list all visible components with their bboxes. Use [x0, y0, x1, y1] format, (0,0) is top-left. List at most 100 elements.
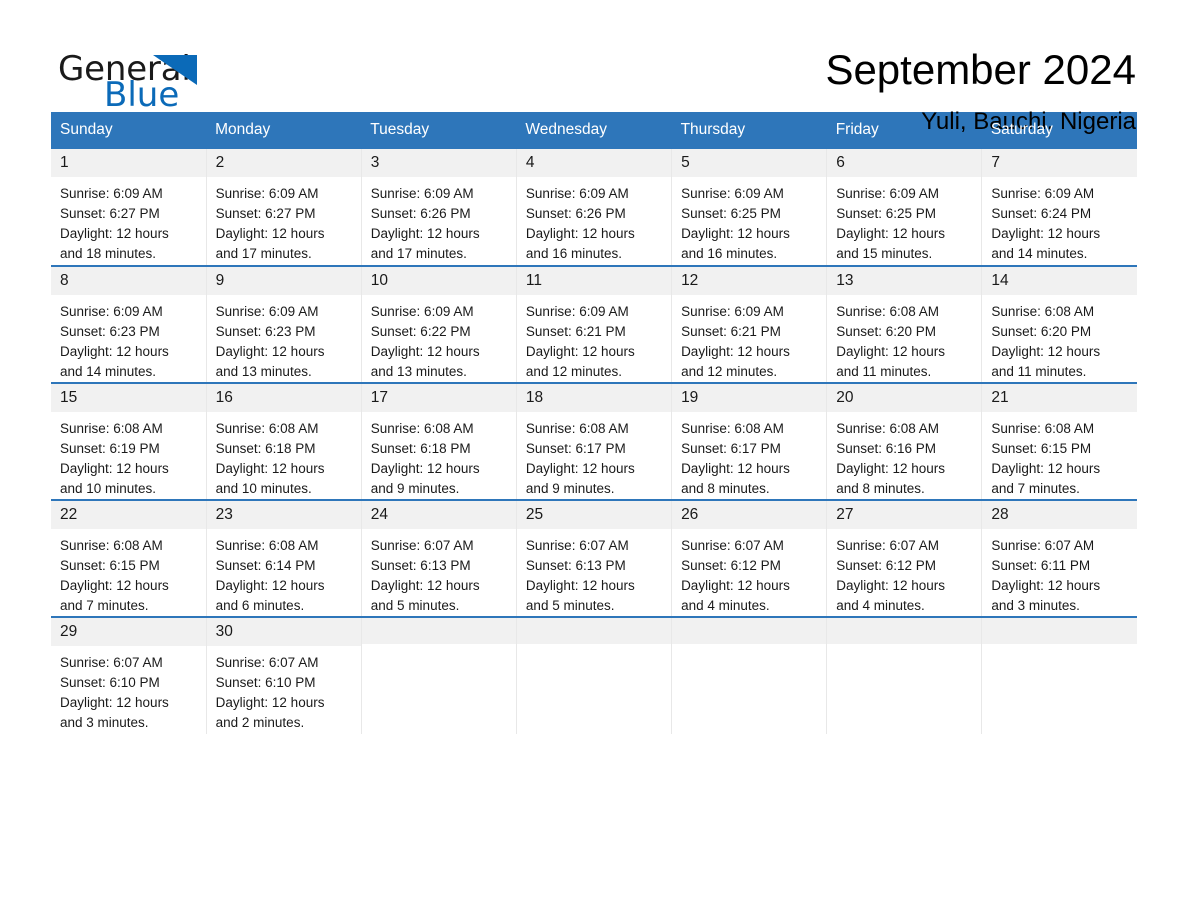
day-details: Sunrise: 6:07 AM Sunset: 6:13 PM Daylight:… — [362, 529, 516, 616]
day-details — [672, 644, 826, 651]
calendar-day-cell[interactable]: 22 Sunrise: 6:08 AM Sunset: 6:15 PM Dayligh… — [51, 499, 207, 618]
calendar-day-cell[interactable]: 11 Sunrise: 6:09 AM Sunset: 6:21 PM Dayligh… — [515, 264, 672, 384]
calendar-week-row: 15 Sunrise: 6:08 AM Sunset: 6:19 PM Dayligh… — [51, 382, 1137, 501]
sunrise-text: Sunrise: 6:08 AM — [836, 421, 940, 437]
day-number: 27 — [827, 501, 982, 530]
day-number: 8 — [51, 267, 206, 296]
sunset-text: Sunset: 6:27 PM — [60, 206, 160, 222]
day-details: Sunrise: 6:09 AM Sunset: 6:23 PM Daylight:… — [207, 295, 361, 382]
logo-text-blue: Blue — [104, 75, 180, 115]
calendar-day-cell[interactable]: 29 Sunrise: 6:07 AM Sunset: 6:10 PM Dayligh… — [51, 616, 207, 735]
calendar-day-cell[interactable]: 5 Sunrise: 6:09 AM Sunset: 6:25 PM Daylight… — [671, 149, 827, 266]
calendar-day-cell-empty — [981, 616, 1137, 735]
day-number: 1 — [51, 149, 206, 178]
day-number — [982, 618, 1137, 645]
daylight-line2-text: and 3 minutes. — [60, 715, 149, 731]
calendar-day-cell[interactable]: 4 Sunrise: 6:09 AM Sunset: 6:26 PM Daylight… — [515, 149, 672, 266]
day-details: Sunrise: 6:09 AM Sunset: 6:27 PM Daylight:… — [51, 177, 206, 264]
day-number: 21 — [982, 384, 1137, 413]
day-details: Sunrise: 6:08 AM Sunset: 6:17 PM Daylight:… — [672, 412, 826, 499]
daylight-line2-text: and 5 minutes. — [370, 598, 460, 614]
daylight-line2-text: and 13 minutes. — [370, 364, 467, 380]
daylight-line2-text: and 10 minutes. — [215, 481, 312, 497]
calendar-body: 1 Sunrise: 6:09 AM Sunset: 6:27 PM Daylight… — [51, 149, 1137, 735]
daylight-line2-text: and 7 minutes. — [991, 481, 1080, 497]
day-number: 10 — [361, 267, 516, 296]
calendar-day-cell[interactable]: 3 Sunrise: 6:09 AM Sunset: 6:26 PM Daylight… — [360, 149, 517, 266]
calendar-table: Sunday Monday Tuesday Wednesday Thursday Frid… — [51, 112, 1137, 735]
day-number: 23 — [206, 501, 361, 530]
calendar-day-cell[interactable]: 15 Sunrise: 6:08 AM Sunset: 6:19 PM Dayligh… — [51, 382, 207, 501]
daylight-line1-text: Daylight: 12 hours — [991, 344, 1101, 360]
day-number: 20 — [827, 384, 982, 413]
daylight-line1-text: Daylight: 12 hours — [681, 226, 790, 242]
day-details: Sunrise: 6:09 AM Sunset: 6:26 PM Daylight:… — [362, 177, 516, 264]
sunrise-text: Sunrise: 6:09 AM — [525, 186, 629, 202]
calendar-day-cell[interactable]: 17 Sunrise: 6:08 AM Sunset: 6:18 PM Dayligh… — [360, 382, 517, 501]
day-details: Sunrise: 6:08 AM Sunset: 6:19 PM Daylight:… — [51, 412, 206, 499]
day-details: Sunrise: 6:07 AM Sunset: 6:11 PM Daylight:… — [982, 529, 1137, 616]
daylight-line2-text: and 9 minutes. — [370, 481, 460, 497]
calendar-day-cell[interactable]: 7 Sunrise: 6:09 AM Sunset: 6:24 PM Daylight… — [981, 149, 1137, 266]
calendar-day-cell[interactable]: 27 Sunrise: 6:07 AM Sunset: 6:12 PM Dayligh… — [826, 499, 982, 618]
daylight-line2-text: and 2 minutes. — [215, 715, 305, 731]
calendar-day-cell[interactable]: 26 Sunrise: 6:07 AM Sunset: 6:12 PM Dayligh… — [671, 499, 827, 618]
generalblue-logo[interactable]: General Blue — [58, 48, 238, 112]
day-details: Sunrise: 6:08 AM Sunset: 6:20 PM Daylight:… — [827, 295, 981, 382]
day-details — [517, 644, 671, 651]
calendar-day-cell[interactable]: 23 Sunrise: 6:08 AM Sunset: 6:14 PM Dayligh… — [205, 499, 362, 618]
day-details: Sunrise: 6:08 AM Sunset: 6:15 PM Daylight:… — [51, 529, 206, 616]
day-details: Sunrise: 6:08 AM Sunset: 6:18 PM Daylight:… — [207, 412, 361, 499]
sunrise-text: Sunrise: 6:09 AM — [681, 186, 784, 202]
sunset-text: Sunset: 6:24 PM — [991, 206, 1092, 222]
day-details: Sunrise: 6:09 AM Sunset: 6:25 PM Daylight:… — [672, 177, 826, 264]
sunset-text: Sunset: 6:21 PM — [681, 324, 781, 340]
calendar-day-cell[interactable]: 28 Sunrise: 6:07 AM Sunset: 6:11 PM Dayligh… — [981, 499, 1137, 618]
calendar-day-cell[interactable]: 25 Sunrise: 6:07 AM Sunset: 6:13 PM Dayligh… — [515, 499, 672, 618]
calendar-day-cell[interactable]: 30 Sunrise: 6:07 AM Sunset: 6:10 PM Dayligh… — [205, 616, 362, 735]
sunrise-text: Sunrise: 6:08 AM — [60, 421, 163, 437]
calendar-day-cell[interactable]: 24 Sunrise: 6:07 AM Sunset: 6:13 PM Dayligh… — [360, 499, 517, 618]
day-details: Sunrise: 6:08 AM Sunset: 6:18 PM Daylight:… — [362, 412, 516, 499]
sunset-text: Sunset: 6:23 PM — [215, 324, 316, 340]
calendar-day-cell[interactable]: 13 Sunrise: 6:08 AM Sunset: 6:20 PM Dayligh… — [826, 264, 982, 384]
weekday-header-tuesday: Tuesday — [361, 112, 517, 149]
calendar-day-cell[interactable]: 12 Sunrise: 6:09 AM Sunset: 6:21 PM Dayligh… — [671, 264, 827, 384]
sunset-text: Sunset: 6:17 PM — [525, 441, 626, 457]
daylight-line1-text: Daylight: 12 hours — [215, 344, 325, 360]
calendar-day-cell[interactable]: 18 Sunrise: 6:08 AM Sunset: 6:17 PM Dayligh… — [515, 382, 672, 501]
sunrise-text: Sunrise: 6:09 AM — [215, 186, 319, 202]
calendar-day-cell[interactable]: 6 Sunrise: 6:09 AM Sunset: 6:25 PM Daylight… — [826, 149, 982, 266]
day-number: 7 — [982, 149, 1137, 178]
sunset-text: Sunset: 6:20 PM — [836, 324, 937, 340]
calendar-day-cell[interactable]: 14 Sunrise: 6:08 AM Sunset: 6:20 PM Dayligh… — [981, 264, 1137, 384]
day-details: Sunrise: 6:07 AM Sunset: 6:12 PM Daylight:… — [827, 529, 981, 616]
day-number: 4 — [516, 149, 672, 178]
daylight-line2-text: and 6 minutes. — [215, 598, 305, 614]
sunset-text: Sunset: 6:18 PM — [215, 441, 316, 457]
weekday-header-wednesday: Wednesday — [516, 112, 672, 149]
daylight-line2-text: and 8 minutes. — [681, 481, 770, 497]
calendar-day-cell[interactable]: 10 Sunrise: 6:09 AM Sunset: 6:22 PM Dayligh… — [360, 264, 517, 384]
calendar-day-cell[interactable]: 16 Sunrise: 6:08 AM Sunset: 6:18 PM Dayligh… — [205, 382, 362, 501]
day-number — [672, 618, 827, 645]
daylight-line1-text: Daylight: 12 hours — [991, 461, 1101, 477]
calendar-page: General Blue September 2024 Yuli, Bauchi… — [0, 0, 1188, 918]
daylight-line1-text: Daylight: 12 hours — [370, 461, 480, 477]
calendar-day-cell[interactable]: 9 Sunrise: 6:09 AM Sunset: 6:23 PM Daylight… — [205, 264, 362, 384]
sunrise-text: Sunrise: 6:09 AM — [370, 304, 474, 320]
calendar-day-cell[interactable]: 21 Sunrise: 6:08 AM Sunset: 6:15 PM Dayligh… — [981, 382, 1137, 501]
calendar-day-cell[interactable]: 1 Sunrise: 6:09 AM Sunset: 6:27 PM Daylight… — [51, 149, 207, 266]
calendar-day-cell[interactable]: 8 Sunrise: 6:09 AM Sunset: 6:23 PM Daylight… — [51, 264, 207, 384]
calendar-day-cell[interactable]: 2 Sunrise: 6:09 AM Sunset: 6:27 PM Daylight… — [205, 149, 362, 266]
sunset-text: Sunset: 6:15 PM — [60, 558, 160, 574]
daylight-line2-text: and 5 minutes. — [525, 598, 615, 614]
weekday-header-sunday: Sunday — [51, 112, 207, 149]
calendar-day-cell[interactable]: 19 Sunrise: 6:08 AM Sunset: 6:17 PM Dayligh… — [671, 382, 827, 501]
daylight-line1-text: Daylight: 12 hours — [525, 461, 635, 477]
calendar-day-cell[interactable]: 20 Sunrise: 6:08 AM Sunset: 6:16 PM Dayligh… — [826, 382, 982, 501]
sunrise-text: Sunrise: 6:08 AM — [370, 421, 474, 437]
sunrise-text: Sunrise: 6:08 AM — [836, 304, 940, 320]
sunset-text: Sunset: 6:26 PM — [370, 206, 471, 222]
sunrise-text: Sunrise: 6:08 AM — [525, 421, 629, 437]
